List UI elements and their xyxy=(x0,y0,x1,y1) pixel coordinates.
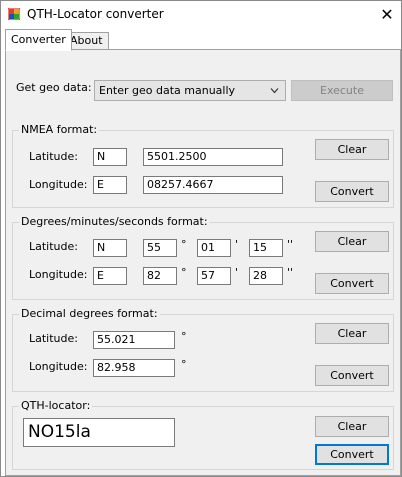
decimal-group: Decimal degrees format: Latitude: 55.021… xyxy=(12,307,394,392)
decimal-lat-degree-symbol: ° xyxy=(181,330,187,343)
nmea-latitude-field[interactable]: 5501.2500 xyxy=(143,148,283,166)
execute-button[interactable]: Execute xyxy=(291,80,393,101)
window-title: QTH-Locator converter xyxy=(27,7,164,21)
dms-lon-minute-symbol: ' xyxy=(235,266,239,279)
dms-lon-hemisphere-field[interactable]: E xyxy=(93,267,127,285)
decimal-clear-button[interactable]: Clear xyxy=(315,323,389,344)
dms-lat-degrees-field[interactable]: 55 xyxy=(143,239,177,257)
nmea-longitude-field[interactable]: 08257.4667 xyxy=(143,176,283,194)
nmea-convert-button[interactable]: Convert xyxy=(315,181,389,202)
decimal-legend: Decimal degrees format: xyxy=(19,307,160,320)
nmea-lat-hemisphere-field[interactable]: N xyxy=(93,148,127,166)
dms-lat-minute-symbol: ' xyxy=(235,238,239,251)
qth-clear-button[interactable]: Clear xyxy=(315,416,389,437)
title-bar: QTH-Locator converter ✕ xyxy=(1,1,401,29)
converter-panel: Get geo data: Enter geo data manually Ex… xyxy=(5,49,401,476)
app-icon xyxy=(8,8,20,20)
decimal-latitude-label: Latitude: xyxy=(29,332,78,345)
decimal-longitude-label: Longitude: xyxy=(29,360,88,373)
dms-lat-seconds-field[interactable]: 15 xyxy=(249,239,283,257)
dms-lat-hemisphere-field[interactable]: N xyxy=(93,239,127,257)
close-icon[interactable]: ✕ xyxy=(377,5,397,25)
get-geo-data-label: Get geo data: xyxy=(16,81,92,94)
qth-locator-field[interactable]: NO15la xyxy=(23,418,175,447)
dms-lat-second-symbol: '' xyxy=(287,238,294,251)
geo-source-value: Enter geo data manually xyxy=(99,84,236,97)
dms-legend: Degrees/minutes/seconds format: xyxy=(19,215,210,228)
nmea-latitude-label: Latitude: xyxy=(29,150,78,163)
qth-group: QTH-locator: NO15la Clear Convert xyxy=(12,399,394,470)
geo-source-select[interactable]: Enter geo data manually xyxy=(94,80,286,101)
nmea-clear-button[interactable]: Clear xyxy=(315,139,389,160)
dms-clear-button[interactable]: Clear xyxy=(315,231,389,252)
dms-lon-second-symbol: '' xyxy=(287,266,294,279)
dms-convert-button[interactable]: Convert xyxy=(315,273,389,294)
app-window: QTH-Locator converter ✕ Converter About … xyxy=(0,0,402,477)
dms-latitude-label: Latitude: xyxy=(29,240,78,253)
dms-group: Degrees/minutes/seconds format: Latitude… xyxy=(12,215,394,300)
dms-lat-minutes-field[interactable]: 01 xyxy=(197,239,231,257)
tab-strip: Converter About xyxy=(5,29,399,51)
dms-lon-degree-symbol: ° xyxy=(181,266,187,279)
nmea-legend: NMEA format: xyxy=(19,123,100,136)
dms-lat-degree-symbol: ° xyxy=(181,238,187,251)
dms-lon-degrees-field[interactable]: 82 xyxy=(143,267,177,285)
nmea-lon-hemisphere-field[interactable]: E xyxy=(93,176,127,194)
decimal-convert-button[interactable]: Convert xyxy=(315,365,389,386)
dms-lon-seconds-field[interactable]: 28 xyxy=(249,267,283,285)
qth-convert-button[interactable]: Convert xyxy=(315,444,389,465)
decimal-lon-degree-symbol: ° xyxy=(181,358,187,371)
decimal-longitude-field[interactable]: 82.958 xyxy=(93,359,175,377)
dms-lon-minutes-field[interactable]: 57 xyxy=(197,267,231,285)
tab-converter[interactable]: Converter xyxy=(5,29,72,51)
chevron-down-icon xyxy=(270,88,279,94)
decimal-latitude-field[interactable]: 55.021 xyxy=(93,331,175,349)
nmea-longitude-label: Longitude: xyxy=(29,178,88,191)
qth-legend: QTH-locator: xyxy=(19,399,93,412)
dms-longitude-label: Longitude: xyxy=(29,268,88,281)
nmea-group: NMEA format: Latitude: N 5501.2500 Clear… xyxy=(12,123,394,208)
